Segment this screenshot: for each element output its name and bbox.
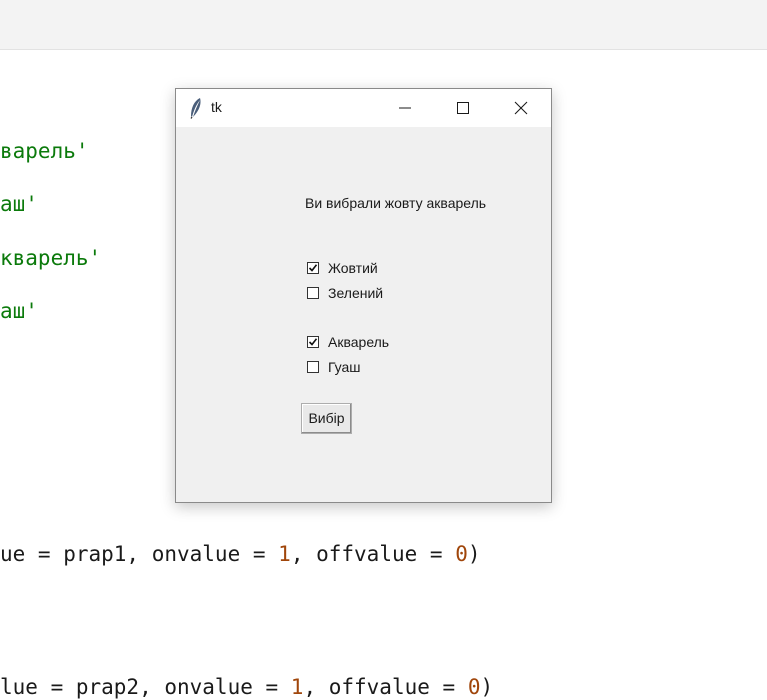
code-line: варель' bbox=[0, 138, 89, 164]
checkmark-icon bbox=[308, 264, 318, 272]
close-icon bbox=[514, 101, 528, 115]
code-line: ue = prap1, onvalue = 1, offvalue = 0) bbox=[0, 541, 481, 567]
code-token: ue = prap1, onvalue = bbox=[0, 542, 279, 566]
checkbox-box[interactable] bbox=[307, 262, 319, 274]
code-token: ) bbox=[467, 542, 481, 566]
close-button[interactable] bbox=[492, 89, 550, 127]
window-titlebar[interactable]: tk bbox=[176, 89, 551, 127]
window-content: Ви вибрали жовту акварель Жовтий Зелений bbox=[176, 127, 551, 502]
checkbox-label: Акварель bbox=[328, 334, 390, 350]
code-token: , offvalue = bbox=[290, 542, 456, 566]
code-token: 0 bbox=[467, 675, 481, 699]
code-line: кварель' bbox=[0, 245, 101, 271]
code-token: 1 bbox=[278, 542, 291, 566]
checkbox-label: Гуаш bbox=[328, 359, 361, 375]
maximize-icon bbox=[457, 102, 469, 114]
selection-status-label: Ви вибрали жовту акварель bbox=[305, 195, 487, 211]
checkbox-green[interactable]: Зелений bbox=[307, 284, 383, 302]
checkbox-yellow[interactable]: Жовтий bbox=[307, 259, 378, 277]
choose-button[interactable]: Вибір bbox=[301, 403, 352, 434]
checkmark-icon bbox=[308, 338, 318, 346]
checkbox-watercolor[interactable]: Акварель bbox=[307, 333, 389, 351]
checkbox-label: Жовтий bbox=[328, 260, 378, 276]
code-token: кварель' bbox=[0, 246, 102, 270]
minimize-button[interactable] bbox=[376, 89, 434, 127]
editor-top-bar bbox=[0, 0, 767, 50]
feather-icon bbox=[188, 97, 204, 119]
window-title: tk bbox=[211, 99, 222, 115]
code-line: lue = prap2, onvalue = 1, offvalue = 0) bbox=[0, 674, 493, 700]
code-token: аш' bbox=[0, 299, 38, 323]
code-line: аш' bbox=[0, 298, 38, 324]
checkbox-box[interactable] bbox=[307, 361, 319, 373]
checkbox-label: Зелений bbox=[328, 285, 384, 301]
checkbox-box[interactable] bbox=[307, 287, 319, 299]
tk-window: tk Ви вибрали жовту акварель Жовтий Зеле… bbox=[175, 88, 552, 503]
code-line: аш' bbox=[0, 191, 38, 217]
code-token: варель' bbox=[0, 139, 89, 163]
code-token: 0 bbox=[455, 542, 468, 566]
code-token: , offvalue = bbox=[303, 675, 468, 699]
code-token: аш' bbox=[0, 192, 38, 216]
maximize-button[interactable] bbox=[434, 89, 492, 127]
code-token: lue = prap2, onvalue = bbox=[0, 675, 291, 699]
checkbox-box[interactable] bbox=[307, 336, 319, 348]
checkbox-gouache[interactable]: Гуаш bbox=[307, 358, 361, 376]
code-token: 1 bbox=[290, 675, 304, 699]
minimize-icon bbox=[399, 107, 411, 109]
code-token: ) bbox=[480, 675, 494, 699]
